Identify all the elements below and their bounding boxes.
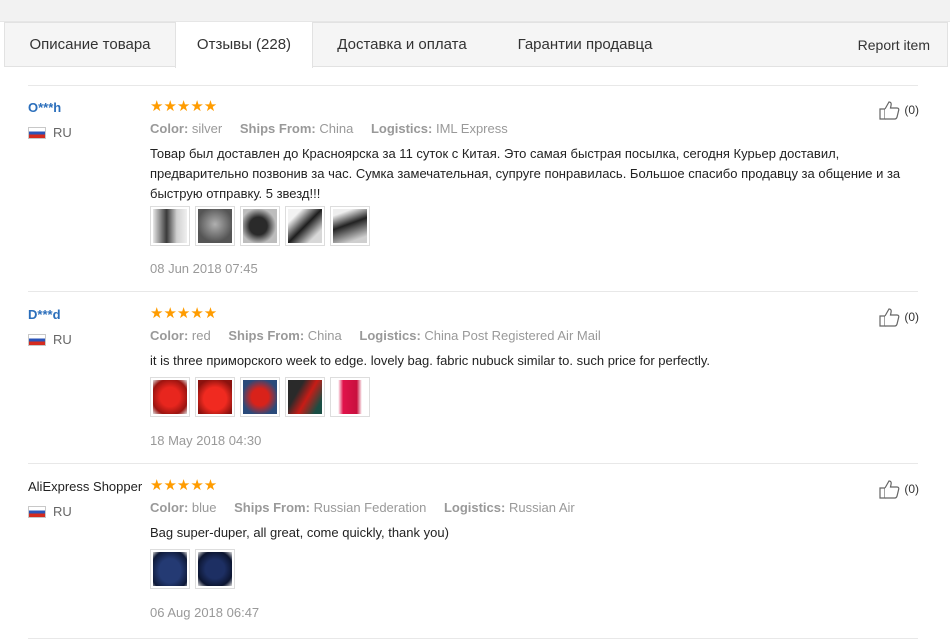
- logistics-label: Logistics:: [443, 500, 506, 515]
- top-strip: [0, 0, 950, 22]
- review-item: O***h RU ★★★★★ Color: silver Ships From:…: [0, 98, 950, 285]
- tab-bar: Описание товара Отзывы (228) Доставка и …: [4, 22, 948, 68]
- reviewer-name[interactable]: D***d: [28, 307, 61, 322]
- review-photo[interactable]: [195, 377, 235, 417]
- review-photo[interactable]: [195, 206, 235, 246]
- color-label: Color:: [150, 500, 189, 515]
- color-label: Color:: [150, 121, 189, 136]
- report-item-link[interactable]: Report item: [858, 23, 930, 67]
- divider: [28, 85, 918, 86]
- star-rating: ★★★★★: [150, 98, 218, 115]
- logistics-label: Logistics:: [359, 328, 421, 343]
- logistics-label: Logistics:: [370, 121, 433, 136]
- reviewer-name[interactable]: O***h: [28, 100, 61, 115]
- review-meta: Color: blue Ships From: Russian Federati…: [150, 500, 589, 515]
- tab-description[interactable]: Описание товара: [5, 22, 175, 67]
- review-photos: [150, 206, 370, 246]
- review-photo[interactable]: [285, 377, 325, 417]
- review-photo[interactable]: [240, 206, 280, 246]
- ships-from-value: China: [307, 328, 342, 343]
- review-photo[interactable]: [240, 377, 280, 417]
- star-rating: ★★★★★: [150, 477, 218, 494]
- review-photo[interactable]: [195, 549, 235, 589]
- star-rating: ★★★★★: [150, 305, 218, 322]
- review-item: D***d RU ★★★★★ Color: red Ships From: Ch…: [0, 305, 950, 457]
- review-date: 08 Jun 2018 07:45: [150, 261, 258, 276]
- flag-ru-icon: [28, 126, 46, 139]
- logistics-value: China Post Registered Air Mail: [424, 328, 601, 343]
- ships-from-value: China: [319, 121, 354, 136]
- logistics-value: IML Express: [435, 121, 508, 136]
- ships-from-label: Ships From:: [228, 328, 305, 343]
- review-date: 06 Aug 2018 06:47: [150, 605, 260, 620]
- review-photo[interactable]: [330, 377, 370, 417]
- review-photos: [150, 377, 370, 417]
- review-item: AliExpress Shopper RU ★★★★★ Color: blue …: [0, 477, 950, 629]
- thumbs-up-icon: [879, 480, 900, 499]
- review-meta: Color: red Ships From: China Logistics: …: [150, 328, 615, 343]
- color-value: silver: [191, 121, 223, 136]
- thumbs-up-icon: [879, 101, 900, 120]
- helpful-button[interactable]: (0): [878, 307, 919, 327]
- helpful-button[interactable]: (0): [878, 479, 919, 499]
- review-photo[interactable]: [150, 377, 190, 417]
- country-code: RU: [53, 504, 72, 519]
- tab-seller-guarantees[interactable]: Гарантии продавца: [491, 22, 679, 67]
- review-text: it is three приморского week to edge. lo…: [150, 353, 711, 368]
- reviewer-name[interactable]: AliExpress Shopper: [28, 479, 142, 494]
- country-code: RU: [53, 125, 72, 140]
- reviewer-country: RU: [28, 504, 72, 519]
- color-value: blue: [191, 500, 217, 515]
- tab-reviews[interactable]: Отзывы (228): [175, 22, 313, 68]
- review-photos: [150, 549, 235, 589]
- helpful-count: (0): [904, 103, 919, 117]
- ships-from-value: Russian Federation: [313, 500, 427, 515]
- review-photo[interactable]: [285, 206, 325, 246]
- review-photo[interactable]: [150, 549, 190, 589]
- reviewer-country: RU: [28, 125, 72, 140]
- helpful-count: (0): [904, 310, 919, 324]
- divider: [28, 638, 918, 639]
- ships-from-label: Ships From:: [234, 500, 310, 515]
- color-value: red: [191, 328, 211, 343]
- color-label: Color:: [150, 328, 189, 343]
- divider: [28, 291, 918, 292]
- ships-from-label: Ships From:: [239, 121, 316, 136]
- flag-ru-icon: [28, 505, 46, 518]
- thumbs-up-icon: [879, 308, 900, 327]
- review-text: Bag super-duper, all great, come quickly…: [150, 525, 449, 540]
- helpful-count: (0): [904, 482, 919, 496]
- reviewer-country: RU: [28, 332, 72, 347]
- divider: [28, 463, 918, 464]
- country-code: RU: [53, 332, 72, 347]
- review-text: Товар был доставлен до Красноярска за 11…: [150, 146, 901, 201]
- tab-shipping-payment[interactable]: Доставка и оплата: [313, 22, 491, 67]
- helpful-button[interactable]: (0): [878, 100, 919, 120]
- flag-ru-icon: [28, 333, 46, 346]
- review-photo[interactable]: [150, 206, 190, 246]
- logistics-value: Russian Air: [508, 500, 575, 515]
- review-photo[interactable]: [330, 206, 370, 246]
- review-meta: Color: silver Ships From: China Logistic…: [150, 121, 522, 136]
- review-date: 18 May 2018 04:30: [150, 433, 262, 448]
